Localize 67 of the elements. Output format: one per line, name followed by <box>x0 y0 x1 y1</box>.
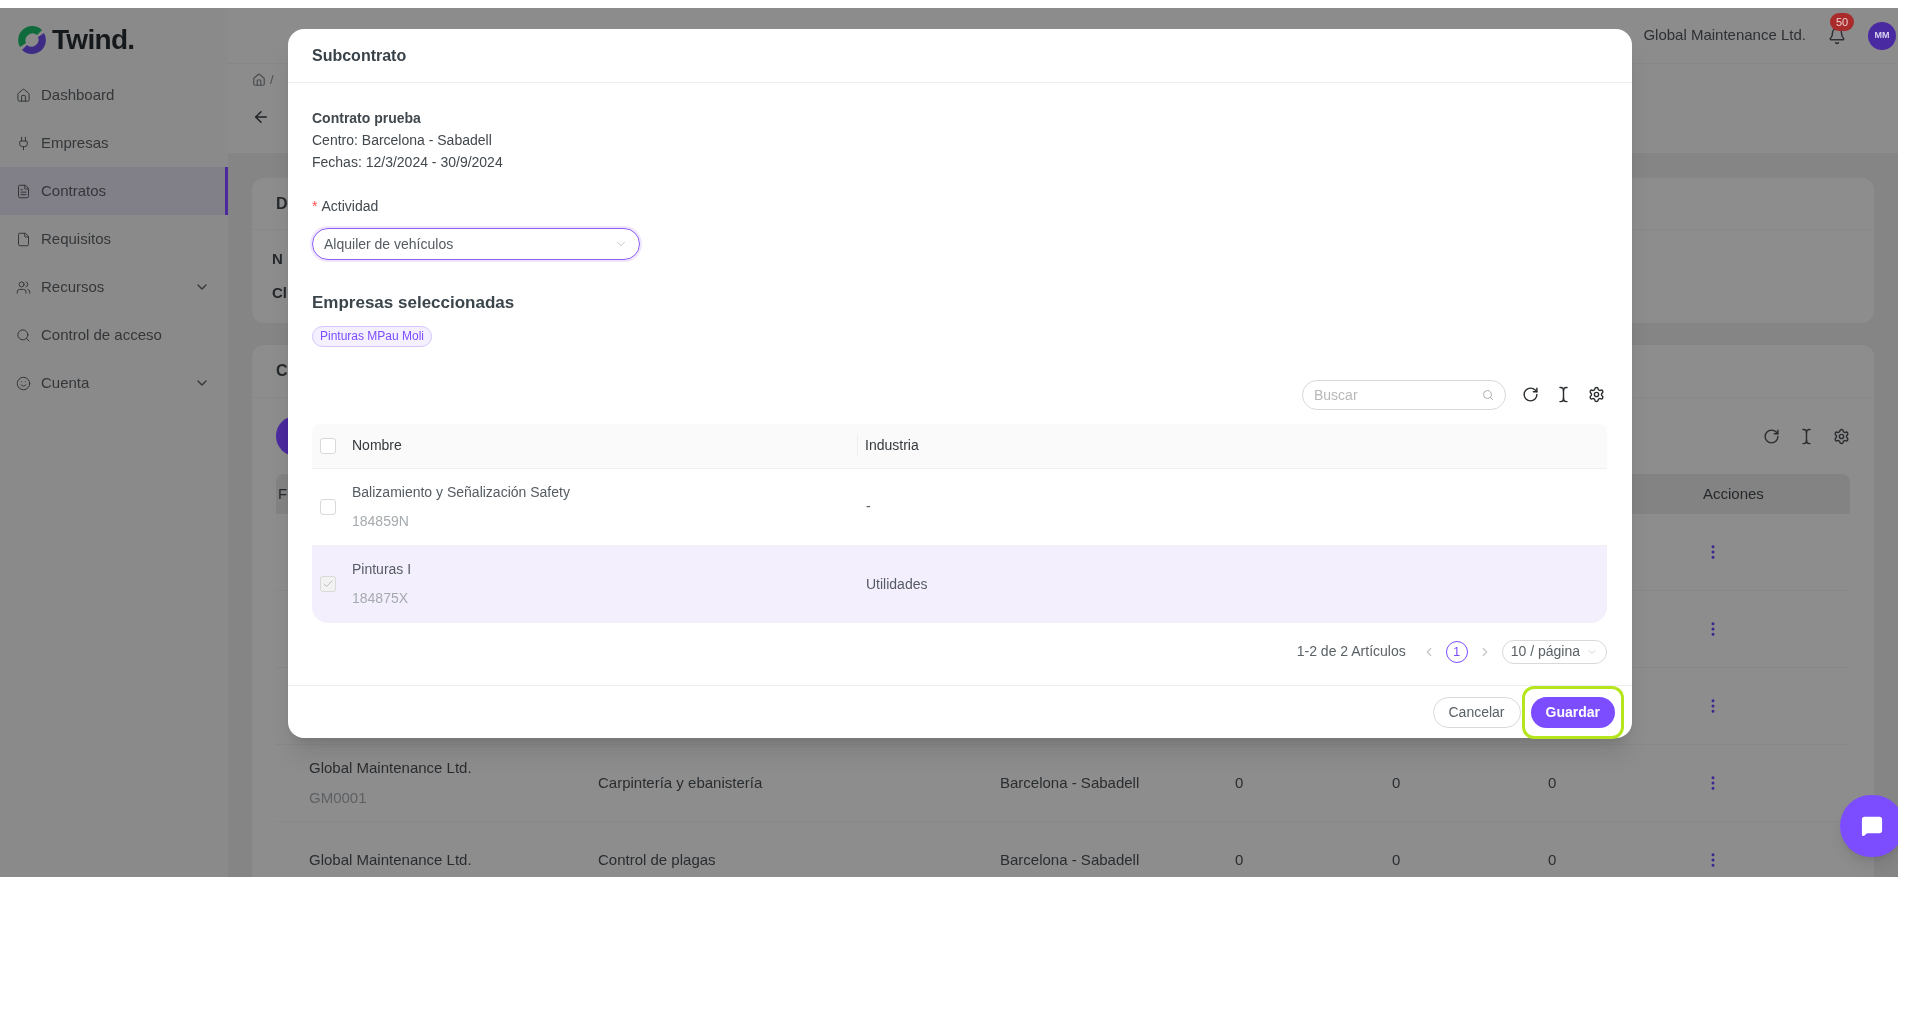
column-header: Acciones <box>1703 483 1765 504</box>
search-icon <box>1482 388 1494 401</box>
sidebar-item[interactable]: Control de acceso <box>0 311 228 359</box>
card-title: D <box>276 193 288 214</box>
checkbox[interactable] <box>320 498 336 515</box>
check-icon <box>322 578 334 590</box>
table-cell-text: Global Maintenance Ltd. <box>309 849 473 870</box>
settings-icon[interactable] <box>1588 386 1605 403</box>
company-name: Global Maintenance Ltd. <box>1643 25 1806 46</box>
table-cell-text: Control de plagas <box>598 849 717 870</box>
table-cell-text: 0 <box>1235 772 1245 793</box>
table-cell-text: 0 <box>1235 849 1245 870</box>
logo-icon <box>16 23 48 56</box>
smiley-icon <box>16 375 31 391</box>
sidebar-item[interactable]: Cuenta <box>0 359 228 407</box>
sidebar-item[interactable]: Requisitos <box>0 215 228 263</box>
activity-select[interactable]: Alquiler de vehículos <box>312 228 640 260</box>
company-tag[interactable]: Pinturas MPau Moli <box>312 325 433 347</box>
avatar[interactable]: MM <box>1868 21 1896 50</box>
file-icon <box>16 231 31 247</box>
search-field[interactable]: Buscar <box>1302 379 1506 410</box>
table-cell-text: Carpintería y ebanistería <box>598 772 764 793</box>
notification-badge: 50 <box>1830 12 1855 31</box>
users-icon <box>16 279 31 295</box>
industry-cell-text: - <box>865 497 871 516</box>
magnifier-icon <box>16 327 31 343</box>
logo-text: Twind. <box>52 22 135 57</box>
modal-title: Subcontrato <box>312 45 407 66</box>
card-title: C <box>276 361 288 381</box>
table-cell-text: 0 <box>1392 849 1402 870</box>
checkbox[interactable] <box>320 437 336 454</box>
field-label: Actividad <box>321 197 379 216</box>
table-cell-text: 0 <box>1548 849 1558 870</box>
sidebar-item[interactable]: Contratos <box>0 167 228 215</box>
industry-cell-text: Utilidades <box>865 574 928 594</box>
table-cell-text: Barcelona - Sabadell <box>1000 849 1141 870</box>
company-name: Pinturas I <box>352 560 413 579</box>
column-header: F <box>278 484 288 502</box>
column-header: Nombre <box>352 435 858 456</box>
table-cell-text: Barcelona - Sabadell <box>1000 772 1141 793</box>
sidebar-item[interactable]: Empresas <box>0 119 228 167</box>
cancel-button[interactable]: Cancelar <box>1432 696 1521 728</box>
table-row[interactable]: Balizamiento y Señalización Safety 184859N - <box>312 468 1607 546</box>
breadcrumb-separator: / <box>270 71 274 89</box>
plug-icon <box>16 135 31 151</box>
contract-name: Contrato prueba <box>312 109 422 128</box>
sidebar-item[interactable]: Dashboard <box>0 71 228 119</box>
save-button[interactable]: Guardar <box>1530 696 1615 728</box>
table-cell-text: 0 <box>1392 772 1402 793</box>
field-label: N <box>272 250 284 268</box>
table-cell-text: 0 <box>1548 772 1558 793</box>
company-name: Balizamiento y Señalización Safety <box>352 482 571 502</box>
required-mark: * <box>312 197 318 216</box>
sidebar-item[interactable]: Recursos <box>0 263 228 311</box>
house-icon[interactable] <box>252 72 266 87</box>
contract-center: Centro: Barcelona - Sabadell <box>312 131 493 150</box>
chat-icon <box>1861 815 1883 837</box>
section-heading: Empresas seleccionadas <box>312 292 516 314</box>
document-icon <box>16 183 31 199</box>
company-code: 184859N <box>352 511 410 531</box>
house-icon <box>16 87 31 103</box>
company-code: 184875X <box>352 589 410 608</box>
column-header: Industria <box>864 436 919 455</box>
reload-icon[interactable] <box>1522 386 1539 403</box>
table-cell-text: Global Maintenance Ltd. <box>309 757 473 778</box>
pagination-summary: 1-2 de 2 Artículos <box>1296 642 1406 661</box>
contract-dates: Fechas: 12/3/2024 - 30/9/2024 <box>312 153 504 172</box>
